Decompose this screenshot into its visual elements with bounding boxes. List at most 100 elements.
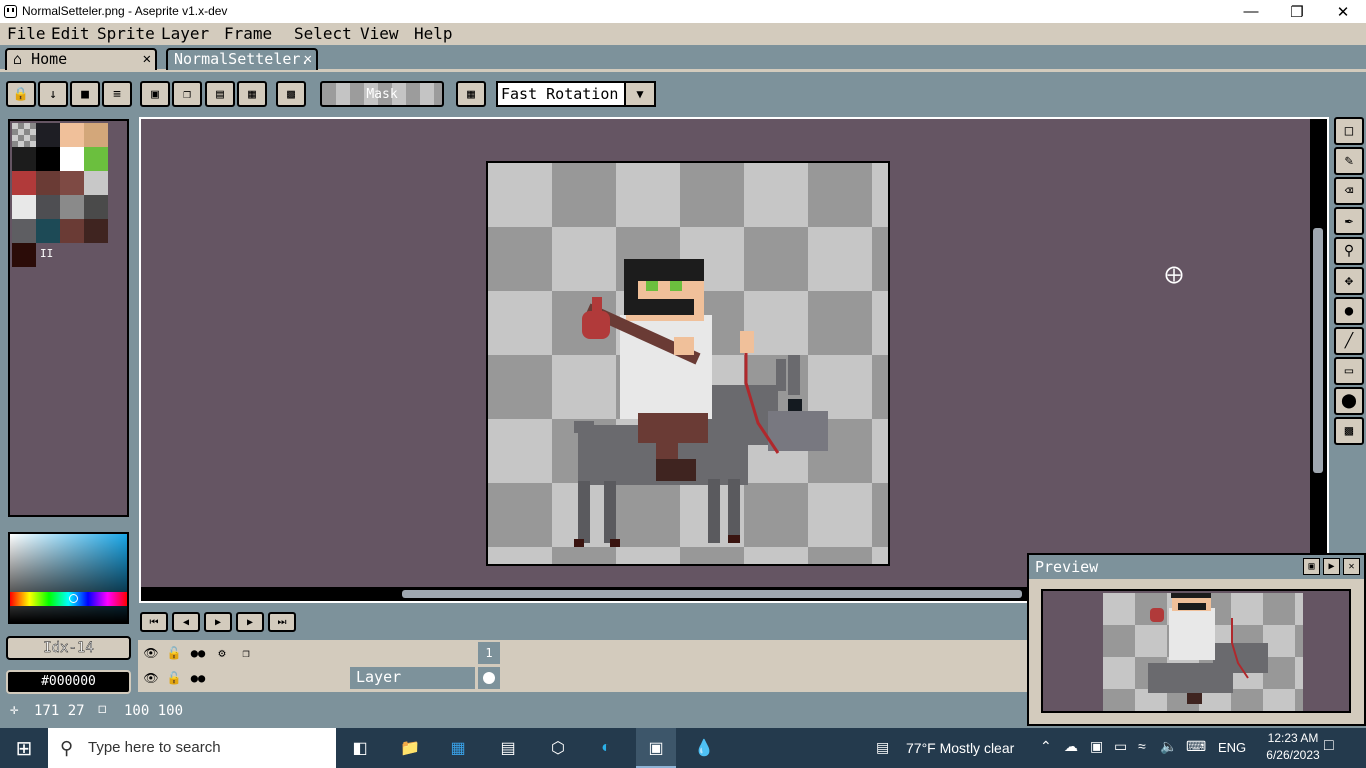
palette-swatch[interactable] <box>60 147 84 171</box>
lock-alpha-button[interactable]: 🔒 <box>6 81 36 107</box>
palette-swatch[interactable] <box>36 123 60 147</box>
wifi-icon[interactable]: ≈ <box>1138 738 1146 754</box>
fill-square-icon[interactable]: ■ <box>70 81 100 107</box>
preview-canvas[interactable] <box>1041 589 1351 713</box>
previous-frame-icon[interactable]: ◀ <box>172 612 200 632</box>
preview-close-icon[interactable]: ✕ <box>1343 558 1360 575</box>
palette-swatch[interactable] <box>84 123 108 147</box>
selection-add-button[interactable]: ❐ <box>172 81 202 107</box>
rotation-algorithm-select[interactable]: Fast Rotation ▼ <box>496 81 656 107</box>
clock-time[interactable]: 12:23 AM <box>1258 731 1328 745</box>
preview-fullscreen-icon[interactable]: ▣ <box>1303 558 1320 575</box>
edge-browser-icon[interactable]: ◐ <box>594 736 618 760</box>
vertical-scroll-thumb[interactable] <box>1313 228 1323 473</box>
menu-edit[interactable]: Edit <box>49 23 92 45</box>
input-language[interactable]: ENG <box>1218 740 1246 755</box>
menu-help[interactable]: Help <box>412 23 455 45</box>
palette-swatch[interactable] <box>36 219 60 243</box>
tab-home[interactable]: ⌂ Home ✕ <box>5 48 157 70</box>
chevron-down-icon[interactable]: ▼ <box>624 83 654 105</box>
last-frame-icon[interactable]: ⏭ <box>268 612 296 632</box>
pencil-icon[interactable]: ✎ <box>1334 147 1364 175</box>
battery-icon[interactable]: ▭ <box>1114 738 1127 755</box>
palette-swatch[interactable] <box>84 219 108 243</box>
palette-swatch[interactable] <box>36 147 60 171</box>
eraser-icon[interactable]: ⌫ <box>1334 177 1364 205</box>
palette-swatch[interactable] <box>60 219 84 243</box>
transparent-color-button[interactable]: ▩ <box>276 81 306 107</box>
tab-document[interactable]: NormalSetteler. ✕ <box>166 48 318 70</box>
close-window-button[interactable]: ✕ <box>1320 0 1366 23</box>
windows-start-icon[interactable]: ⊞ <box>12 736 36 760</box>
mask-color-button[interactable]: Mask <box>320 81 444 107</box>
palette-swatch[interactable] <box>12 147 36 171</box>
app-icon[interactable]: ▤ <box>496 736 520 760</box>
move-icon[interactable]: ✥ <box>1334 267 1364 295</box>
clock-date[interactable]: 6/26/2023 <box>1258 748 1328 762</box>
zoom-icon[interactable]: ⚲ <box>1334 237 1364 265</box>
sprite-canvas[interactable] <box>486 161 890 566</box>
selection-replace-button[interactable]: ▣ <box>140 81 170 107</box>
menu-file[interactable]: File <box>5 23 48 45</box>
taskbar-search[interactable]: ⚲ Type here to search <box>48 728 336 768</box>
color-hex-box[interactable]: #000000 <box>6 670 131 694</box>
color-index-box[interactable]: Idx-14 <box>6 636 131 660</box>
notification-icon[interactable]: □ <box>1324 737 1334 755</box>
palette-swatch[interactable] <box>12 243 36 267</box>
play-icon[interactable]: ▶ <box>204 612 232 632</box>
contour-icon[interactable]: ⬤ <box>1334 387 1364 415</box>
microsoft-store-icon[interactable]: ▦ <box>446 736 470 760</box>
menu-frame[interactable]: Frame <box>222 23 274 45</box>
tray-icon[interactable]: ☁ <box>1064 738 1078 755</box>
chevron-up-icon[interactable]: ⌃ <box>1040 738 1052 755</box>
line-icon[interactable]: ╱ <box>1334 327 1364 355</box>
palette-swatch[interactable] <box>36 195 60 219</box>
restore-button[interactable]: ❐ <box>1274 0 1320 23</box>
cel-frame-1[interactable] <box>478 667 500 689</box>
pivot-button[interactable]: ▦ <box>456 81 486 107</box>
selection-intersect-button[interactable]: ▦ <box>237 81 267 107</box>
palette-swatch[interactable] <box>84 195 108 219</box>
camera-icon[interactable]: ▣ <box>1090 738 1103 755</box>
file-explorer-icon[interactable]: 📁 <box>398 736 422 760</box>
layer-visibility-icon[interactable]: 👁 <box>140 667 162 689</box>
rectangle-icon[interactable]: ▭ <box>1334 357 1364 385</box>
preview-play-icon[interactable]: ▶ <box>1323 558 1340 575</box>
eyedropper-icon[interactable]: ✒ <box>1334 207 1364 235</box>
paint-bucket-icon[interactable]: ● <box>1334 297 1364 325</box>
layer-continuous-icon[interactable]: ●● <box>187 667 209 689</box>
paint-app-icon[interactable]: 💧 <box>692 736 716 760</box>
lock-header-icon[interactable]: 🔓 <box>163 642 185 664</box>
palette-swatch[interactable] <box>36 171 60 195</box>
palette-swatch[interactable] <box>12 195 36 219</box>
menu-select[interactable]: Select <box>292 23 354 45</box>
first-frame-icon[interactable]: ⏮ <box>140 612 168 632</box>
palette-swatch[interactable] <box>60 123 84 147</box>
layer-name[interactable]: Layer <box>350 667 475 689</box>
weather-text[interactable]: 77°F Mostly clear <box>906 740 1014 756</box>
rectangular-marquee-icon[interactable]: □ <box>1334 117 1364 145</box>
minimize-button[interactable]: — <box>1228 0 1274 23</box>
onion-skin-icon[interactable]: ❐ <box>235 642 257 664</box>
close-tab-icon[interactable]: ✕ <box>304 50 312 69</box>
color-picker-spectrum[interactable] <box>8 532 129 624</box>
palette-swatch-transparent[interactable] <box>12 123 36 147</box>
next-frame-icon[interactable]: ▶ <box>236 612 264 632</box>
menu-layer[interactable]: Layer <box>159 23 211 45</box>
continuous-header-icon[interactable]: ●● <box>187 642 209 664</box>
palette-swatch[interactable] <box>60 171 84 195</box>
visibility-header-icon[interactable]: 👁 <box>140 642 162 664</box>
palette-swatch[interactable] <box>84 147 108 171</box>
layer-lock-icon[interactable]: 🔓 <box>163 667 185 689</box>
layer-settings-icon[interactable]: ⚙ <box>211 642 233 664</box>
unity-icon[interactable]: ⬡ <box>546 736 570 760</box>
menu-view[interactable]: View <box>358 23 401 45</box>
volume-icon[interactable]: 🔈 <box>1160 738 1177 755</box>
menu-lines-icon[interactable]: ≡ <box>102 81 132 107</box>
selection-subtract-button[interactable]: ▤ <box>205 81 235 107</box>
menu-sprite[interactable]: Sprite <box>95 23 157 45</box>
palette-swatch[interactable] <box>12 171 36 195</box>
close-tab-icon[interactable]: ✕ <box>143 50 151 69</box>
task-view-icon[interactable]: ◧ <box>348 736 372 760</box>
hue-slider-handle[interactable] <box>69 594 78 603</box>
